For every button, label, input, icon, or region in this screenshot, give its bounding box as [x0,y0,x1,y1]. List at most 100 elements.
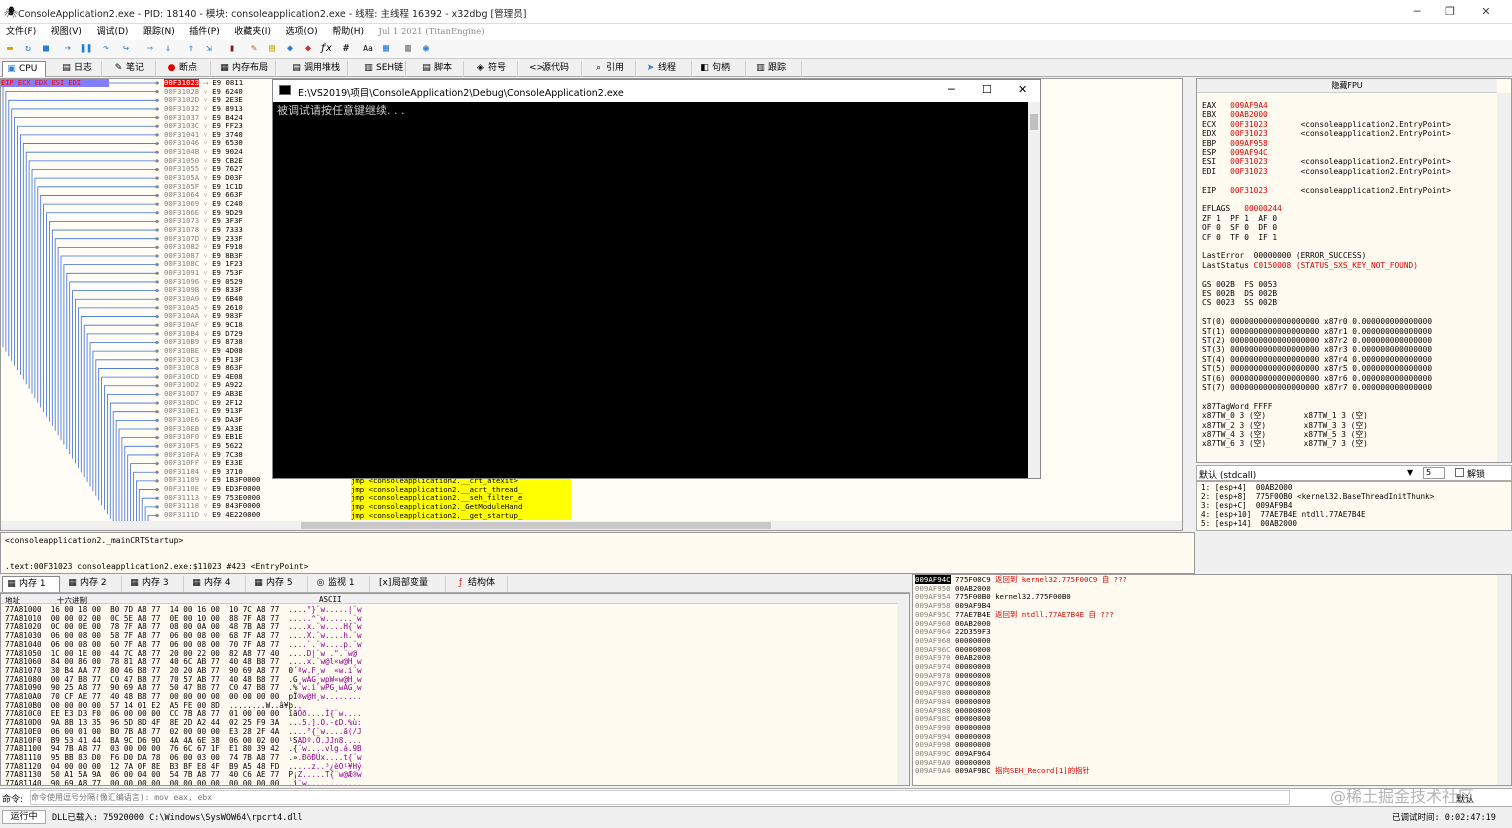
dump-scrollbar[interactable] [897,594,909,785]
console-close-button[interactable]: ✕ [1018,83,1027,96]
register-line[interactable]: x87TagWord FFFF [1202,402,1272,411]
dump-row[interactable]: 77A81100 94 7B A8 77 03 00 00 00 76 6C 6… [5,744,362,753]
minimize-button[interactable]: ─ [1402,5,1432,18]
register-line[interactable]: CF 0 TF 0 IF 1 [1202,233,1277,242]
arg-count-stepper[interactable]: 5 [1423,467,1445,479]
stop-icon[interactable]: ■ [40,43,52,55]
tab-trace[interactable]: ▥ 跟踪 [752,61,802,77]
console-scrollbar[interactable] [1028,102,1040,478]
tab-source[interactable]: <> 源代码 [526,61,582,77]
menu-help[interactable]: 帮助(H) [332,24,364,40]
menu-view[interactable]: 视图(V) [51,24,82,40]
register-line[interactable]: ST(2) 0000000000000000000 x87r2 0.000000… [1202,336,1432,345]
hash-icon[interactable]: # [340,43,352,55]
register-line[interactable]: ZF 1 PF 1 AF 0 [1202,214,1277,223]
tab-symbols[interactable]: ◈ 符号 [472,61,518,77]
menu-favourites[interactable]: 收藏夹(I) [234,24,271,40]
tab-dump-5[interactable]: ▦ 内存 5 [250,576,308,592]
run-icon[interactable]: ➔ [62,43,74,55]
dump-row[interactable]: 77A81120 04 00 00 00 12 7A 0F 8E B3 BF E… [5,762,362,771]
register-line[interactable]: OF 0 SF 0 DF 0 [1202,223,1277,232]
menu-trace[interactable]: 跟踪(N) [143,24,175,40]
run-to-user-code-icon[interactable]: ⇲ [203,43,215,55]
menu-plugins[interactable]: 插件(P) [189,24,219,40]
function-icon[interactable]: ƒx [320,43,332,55]
menu-options[interactable]: 选项(O) [286,24,318,40]
register-line[interactable]: x87TW_6 3 (空) x87TW_7 3 (空) [1202,439,1368,448]
console-maximize-button[interactable]: ☐ [982,83,992,96]
calculator-icon[interactable]: ▥ [402,43,414,55]
register-line[interactable]: ESP 009AF94C [1202,148,1268,157]
tab-script[interactable]: ▤ 脚本 [418,61,464,77]
globe-icon[interactable]: ◉ [420,43,432,55]
dump-row[interactable]: 77A81040 06 00 08 00 60 7F A8 77 06 00 0… [5,640,362,649]
dump-row[interactable]: 77A81060 84 00 86 00 78 81 A8 77 40 6C A… [5,657,362,666]
register-line[interactable]: EAX 009AF9A4 [1202,101,1268,110]
tab-handles[interactable]: ◧ 句柄 [696,61,746,77]
register-line[interactable]: ES 002B DS 002B [1202,289,1277,298]
stack-scrollbar[interactable] [1497,575,1511,785]
tab-log[interactable]: ▤ 日志 [58,61,102,77]
dump-row[interactable]: 77A81010 00 00 02 00 0C 5E A8 77 0E 00 1… [5,614,362,623]
jmp-instruction[interactable]: jmp <consoleapplication2.__get_startup_ [351,511,571,521]
dump-row[interactable]: 77A81000 16 00 18 00 B0 7D A8 77 14 00 1… [5,605,362,614]
tab-locals[interactable]: [x] 局部变量 [376,576,446,592]
tab-dump-2[interactable]: ▦ 内存 2 [64,576,122,592]
tab-threads[interactable]: ➤ 线程 [642,61,692,77]
tab-dump-3[interactable]: ▦ 内存 3 [126,576,184,592]
dump-row[interactable]: 77A81080 00 47 B8 77 C0 47 B8 77 70 57 A… [5,675,362,684]
disasm-row[interactable]: 00F3111D ˅ E9 4E220000 [164,510,260,520]
menu-debug[interactable]: 调试(D) [96,24,128,40]
register-line[interactable]: EFLAGS 00000244 [1202,204,1282,213]
execute-till-return-icon[interactable]: ⇑ [185,43,197,55]
stack-row[interactable]: 009AF9A4 009AF9BC 指向SEH_Record[1]的指针 [915,767,1090,776]
tab-struct[interactable]: ƒ 结构体 [452,576,508,592]
register-line[interactable]: EBP 009AF958 [1202,139,1268,148]
scylla-icon[interactable]: ▮ [226,43,238,55]
console-minimize-button[interactable]: ─ [948,83,955,96]
stack-view[interactable]: 009AF94C 775F00C9 返回到 kernel32.775F00C9 … [912,574,1512,786]
stack-arguments[interactable]: 1: [esp+4] 00AB2000 2: [esp+8] 775F00B0 <… [1196,481,1512,531]
registers-pane[interactable]: 隐藏FPU EAX 009AF9A4 EBX 00AB2000 ECX 00F310… [1196,78,1512,463]
horizontal-scrollbar[interactable] [1,521,1182,530]
hide-fpu-button[interactable]: 隐藏FPU [1197,79,1497,93]
scroll-thumb[interactable] [301,522,771,529]
tab-references[interactable]: ⌕ 引用 [590,61,636,77]
step-over-icon[interactable]: ↪ [120,43,132,55]
register-line[interactable]: LastError 00000000 (ERROR_SUCCESS) [1202,251,1366,260]
dump-row[interactable]: 77A81090 90 25 A8 77 90 69 A8 77 50 47 B… [5,683,362,692]
maximize-button[interactable]: ❐ [1435,5,1465,18]
register-line[interactable]: ST(1) 0000000000000000000 x87r1 0.000000… [1202,327,1432,336]
dump-row[interactable]: 77A810C0 EE E3 D3 F0 06 00 00 00 CC 7B A… [5,709,362,718]
register-line[interactable]: EDX 00F31023 <consoleapplication2.EntryP… [1202,129,1451,138]
dump-row[interactable]: 77A810E0 06 00 01 00 B0 7B A8 77 02 00 0… [5,727,362,736]
register-line[interactable]: x87TW_4 3 (空) x87TW_5 3 (空) [1202,430,1368,439]
pause-icon[interactable]: ❚❚ [80,43,92,55]
command-input[interactable] [30,790,1290,805]
tab-breakpoints[interactable]: ● 断点 [163,61,211,77]
step-into-icon[interactable]: ↷ [100,43,112,55]
stack-arg-row[interactable]: 5: [esp+14] 00AB2000 [1201,519,1507,529]
console-window[interactable]: E:\VS2019\项目\ConsoleApplication2\Debug\C… [272,79,1041,479]
registers-scrollbar[interactable] [1497,93,1511,462]
register-line[interactable]: CS 0023 SS 002B [1202,298,1277,307]
unlock-checkbox[interactable] [1455,468,1464,477]
register-line[interactable]: ESI 00F31023 <consoleapplication2.EntryP… [1202,157,1451,166]
register-line[interactable]: EDI 00F31023 <consoleapplication2.EntryP… [1202,167,1451,176]
console-scroll-thumb[interactable] [1030,114,1038,130]
dump-row[interactable]: 77A81130 50 A1 5A 9A 06 00 04 00 54 7B A… [5,770,362,779]
tab-memory-map[interactable]: ▦ 内存布局 [216,61,276,77]
comment-icon[interactable]: ▤ [266,43,278,55]
register-line[interactable]: ST(3) 0000000000000000000 x87r3 0.000000… [1202,345,1432,354]
register-line[interactable]: ST(4) 0000000000000000000 x87r4 0.000000… [1202,355,1432,364]
register-line[interactable]: GS 002B FS 0053 [1202,280,1277,289]
register-line[interactable]: ST(5) 0000000000000000000 x87r5 0.000000… [1202,364,1432,373]
register-line[interactable]: EBX 00AB2000 [1202,110,1268,119]
settings-icon[interactable]: ▦ [380,43,392,55]
tab-dump-4[interactable]: ▦ 内存 4 [188,576,246,592]
register-line[interactable]: x87TW_2 3 (空) x87TW_3 3 (空) [1202,421,1368,430]
patch-icon[interactable]: ✎ [248,43,260,55]
calling-convention-select[interactable]: 默认 (stdcall) [1199,468,1256,481]
bookmark-icon[interactable]: ◆ [302,43,314,55]
menu-file[interactable]: 文件(F) [6,24,36,40]
